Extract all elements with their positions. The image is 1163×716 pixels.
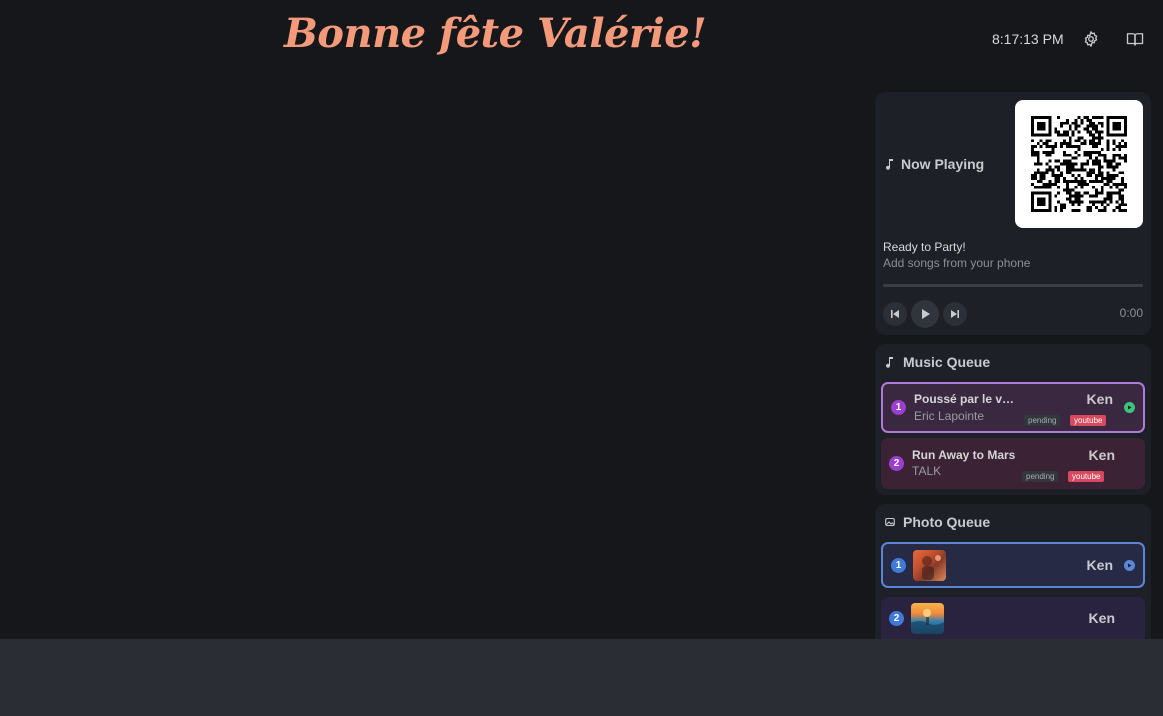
now-playing-icon <box>1124 402 1135 413</box>
now-playing-heading: Now Playing <box>885 156 984 172</box>
music-queue-panel: Music Queue 1 Poussé par le vent Eric La… <box>875 344 1151 495</box>
song-artist: TALK <box>912 464 942 478</box>
requested-by: Ken <box>1086 391 1113 407</box>
music-note-icon <box>886 357 893 368</box>
music-queue-title: Music Queue <box>903 354 991 370</box>
music-queue-heading: Music Queue <box>885 354 990 370</box>
requested-by: Ken <box>1088 610 1115 626</box>
queue-position: 1 <box>891 400 906 415</box>
previous-button[interactable] <box>883 302 907 326</box>
requested-by: Ken <box>1086 557 1113 573</box>
status-badge: pending <box>1024 415 1061 426</box>
gear-icon[interactable] <box>1082 30 1100 48</box>
status-badge: pending <box>1022 471 1059 482</box>
song-artist: Eric Lapointe <box>914 409 985 423</box>
skip-back-icon <box>891 310 899 318</box>
next-button[interactable] <box>943 302 967 326</box>
photo-queue-title: Photo Queue <box>903 514 991 530</box>
app-window: Bonne fête Valérie! 8:17:13 PM Now Playi… <box>0 0 1163 639</box>
play-icon <box>921 309 930 319</box>
queue-position: 2 <box>889 456 904 471</box>
queue-position: 1 <box>891 558 906 573</box>
now-playing-panel: Now Playing Ready to Party! Add songs fr… <box>875 92 1151 335</box>
play-button[interactable] <box>911 300 939 328</box>
photo-thumbnail <box>911 603 944 634</box>
now-playing-title: Now Playing <box>901 156 985 172</box>
requested-by: Ken <box>1088 447 1115 463</box>
photo-queue-panel: Photo Queue 1 Ken 2 Ken <box>875 504 1151 639</box>
song-title: Run Away to Mars <box>912 448 1016 462</box>
progress-bar[interactable] <box>883 284 1143 287</box>
queue-position: 2 <box>889 611 904 626</box>
status-text: Ready to Party! <box>883 240 966 254</box>
clock: 8:17:13 PM <box>992 31 1064 47</box>
music-note-icon <box>886 159 893 170</box>
photo-queue-item[interactable]: 1 Ken <box>881 542 1145 588</box>
source-badge: youtube <box>1068 471 1105 482</box>
skip-forward-icon <box>951 310 959 318</box>
source-badge: youtube <box>1070 415 1107 426</box>
photo-thumbnail <box>913 550 946 581</box>
page-title: Bonne fête Valérie! <box>284 10 707 57</box>
photo-queue-item[interactable]: 2 Ken <box>881 597 1145 639</box>
music-queue-item[interactable]: 1 Poussé par le vent Eric Lapointe Ken p… <box>881 382 1145 433</box>
qr-code <box>1015 100 1143 228</box>
music-queue-item[interactable]: 2 Run Away to Mars TALK Ken pending yout… <box>881 438 1145 489</box>
photo-queue-heading: Photo Queue <box>885 514 990 530</box>
now-showing-icon <box>1124 560 1135 571</box>
status-subtitle: Add songs from your phone <box>883 256 1031 270</box>
image-icon <box>885 517 895 527</box>
song-title: Poussé par le vent <box>914 392 1018 406</box>
elapsed-time: 0:00 <box>1119 306 1143 320</box>
book-icon[interactable] <box>1126 30 1144 48</box>
